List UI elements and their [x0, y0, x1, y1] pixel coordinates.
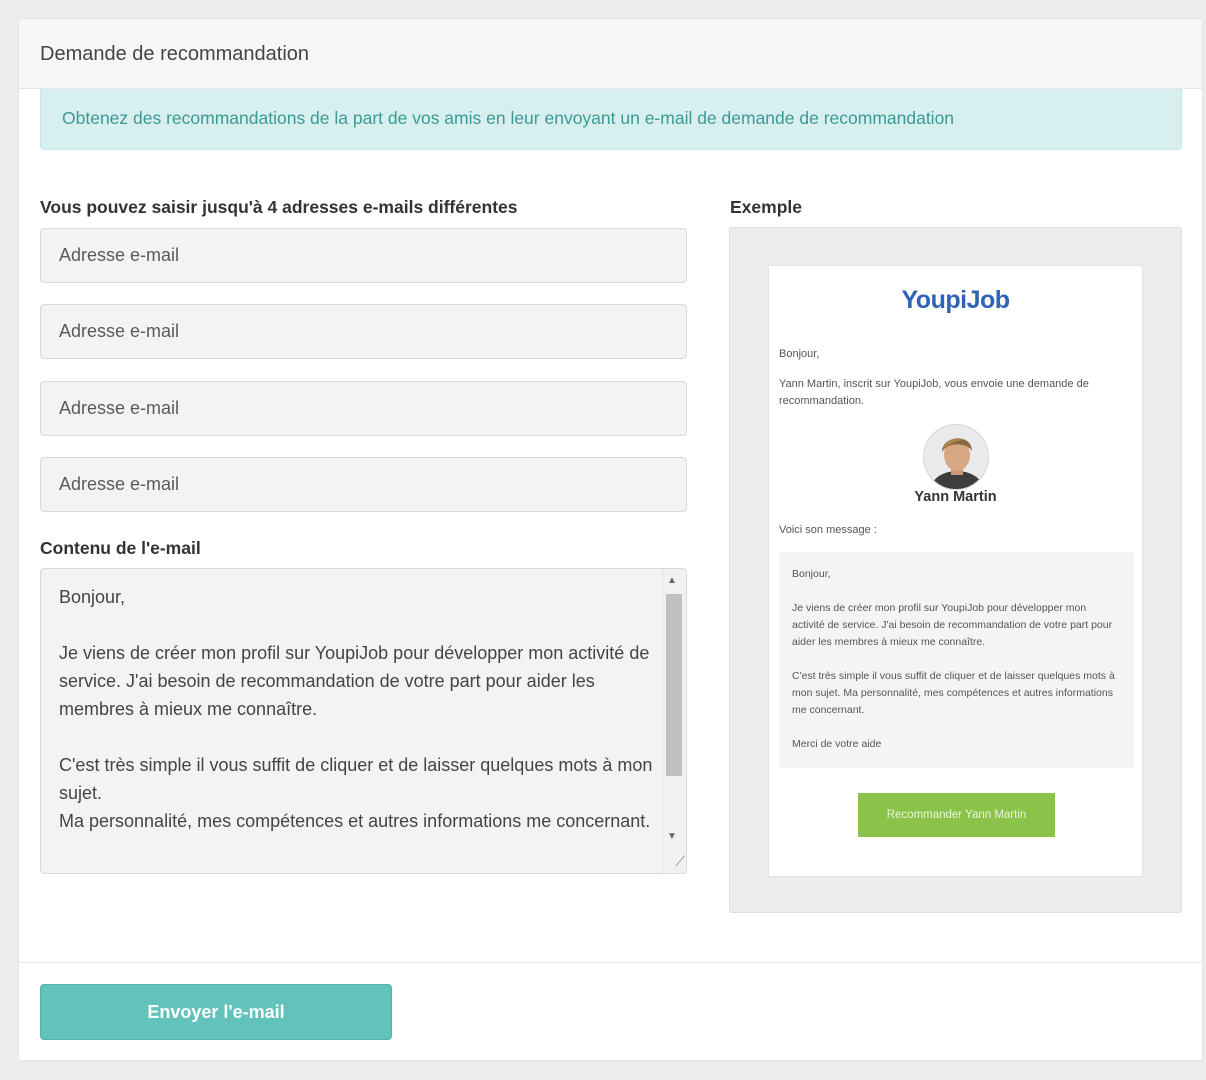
content-line: Ma personnalité, mes compétences et autr…: [59, 811, 651, 831]
textarea-scrollbar[interactable]: ▲ ▼: [662, 569, 686, 873]
emails-label: Vous pouvez saisir jusqu'à 4 adresses e-…: [40, 197, 518, 217]
footer-divider: [19, 962, 1202, 963]
resize-grip-icon[interactable]: ⟋: [665, 852, 685, 872]
sender-name: Yann Martin: [914, 489, 997, 505]
send-email-button[interactable]: Envoyer l'e-mail: [40, 984, 392, 1040]
message-paragraph: Bonjour,: [792, 568, 831, 580]
content-line: Bonjour,: [59, 587, 126, 607]
avatar-person-icon: [924, 425, 988, 489]
email-content-text: Bonjour, Je viens de créer mon profil su…: [59, 583, 659, 835]
email-preview: YoupiJob Bonjour, Yann Martin, inscrit s…: [768, 265, 1143, 877]
scroll-down-icon[interactable]: ▼: [667, 831, 677, 842]
preview-message-box: Bonjour, Je viens de créer mon profil su…: [779, 552, 1134, 768]
message-paragraph: C'est très simple il vous suffit de cliq…: [792, 670, 1115, 716]
content-line: Je viens de créer mon profil sur YoupiJo…: [59, 643, 650, 719]
email-input-4[interactable]: [40, 457, 687, 512]
panel-title: Demande de recommandation: [40, 43, 310, 65]
youpijob-logo: YoupiJob: [901, 286, 1010, 314]
info-alert: Obtenez des recommandations de la part d…: [40, 89, 1182, 150]
email-input-1[interactable]: [40, 228, 687, 283]
scroll-up-icon[interactable]: ▲: [667, 575, 677, 586]
preview-recommend-button: Recommander Yann Martin: [858, 793, 1055, 837]
panel-header: Demande de recommandation: [19, 19, 1202, 89]
email-input-3[interactable]: [40, 381, 687, 436]
message-intro: Voici son message :: [779, 524, 877, 536]
content-label: Contenu de l'e-mail: [40, 538, 201, 558]
sender-avatar: [923, 424, 989, 490]
preview-greeting: Bonjour,: [779, 348, 820, 360]
email-input-2[interactable]: [40, 304, 687, 359]
recommendation-panel: Demande de recommandation Obtenez des re…: [18, 18, 1203, 1061]
content-line: C'est très simple il vous suffit de cliq…: [59, 755, 653, 803]
example-preview-box: YoupiJob Bonjour, Yann Martin, inscrit s…: [729, 227, 1182, 913]
preview-intro: Yann Martin, inscrit sur YoupiJob, vous …: [779, 378, 1089, 407]
email-content-textarea[interactable]: Bonjour, Je viens de créer mon profil su…: [40, 568, 687, 874]
message-paragraph: Merci de votre aide: [792, 738, 882, 750]
example-label: Exemple: [730, 197, 802, 217]
message-paragraph: Je viens de créer mon profil sur YoupiJo…: [792, 602, 1113, 648]
scroll-thumb[interactable]: [666, 594, 682, 776]
